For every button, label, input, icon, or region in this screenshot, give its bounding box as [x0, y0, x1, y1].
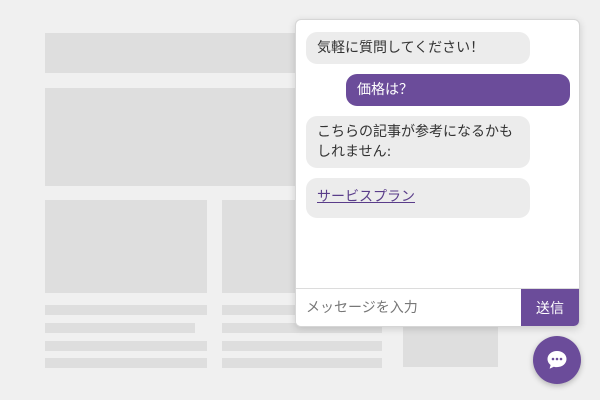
placeholder-text-line [45, 323, 195, 333]
message-input[interactable] [296, 289, 521, 326]
placeholder-text-line [222, 358, 382, 368]
send-button[interactable]: 送信 [521, 289, 579, 326]
placeholder-text-line [45, 358, 207, 368]
chat-window: 気軽に質問してください！ 価格は？ こちらの記事が参考になるかもしれません: サ… [295, 19, 580, 327]
placeholder-hero-block [45, 88, 305, 186]
chat-launcher-button[interactable] [533, 336, 581, 384]
bot-message-link: サービスプラン [306, 178, 530, 218]
placeholder-text-line [222, 341, 382, 351]
placeholder-text-line [45, 305, 207, 315]
chat-bubble-icon [547, 351, 567, 369]
user-message: 価格は？ [346, 74, 570, 106]
placeholder-side-block [403, 327, 498, 367]
message-composer: 送信 [296, 288, 579, 326]
bot-message: こちらの記事が参考になるかもしれません: [306, 116, 530, 168]
placeholder-card-left [45, 200, 207, 293]
placeholder-card-middle [222, 200, 302, 293]
placeholder-text-line [45, 341, 207, 351]
placeholder-header-bar [45, 33, 305, 73]
placeholder-text-line [222, 305, 297, 315]
service-plan-link[interactable]: サービスプラン [317, 189, 415, 205]
bot-message: 気軽に質問してください！ [306, 32, 530, 64]
